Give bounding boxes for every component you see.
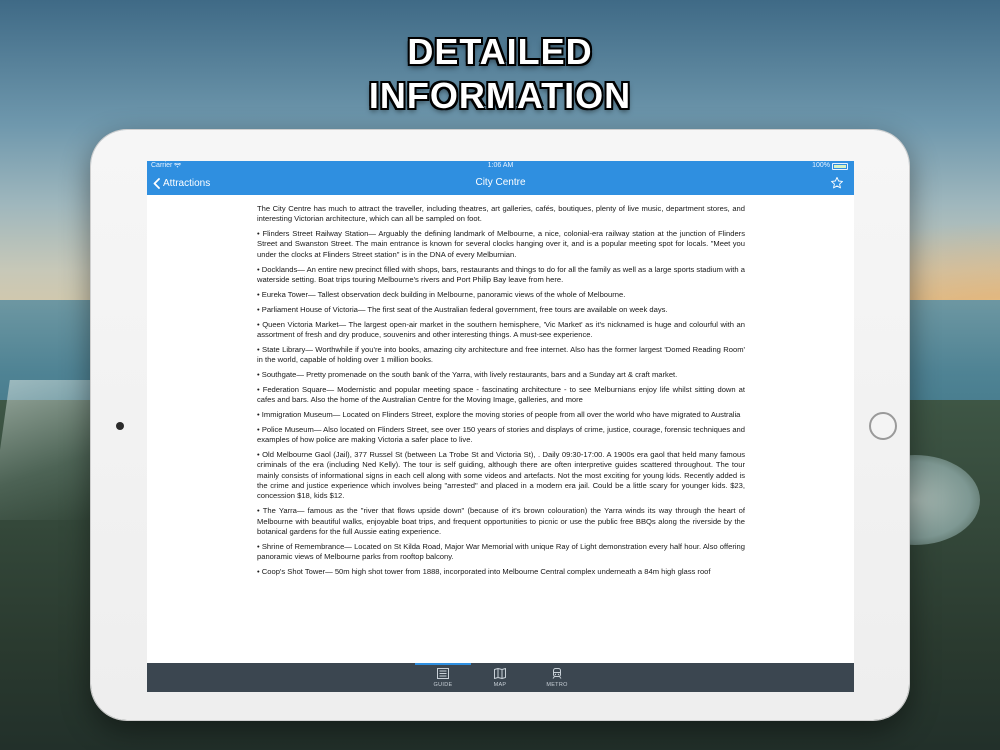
app-screen: Carrier 1:06 AM 100% Attractions City Ce… (147, 161, 854, 692)
attraction-description: The City Centre has much to attract the … (257, 204, 745, 582)
list-item: • State Library— Worthwhile if you're in… (257, 344, 745, 365)
headline-line-1: DETAILED (407, 31, 593, 72)
list-item: • Docklands— An entire new precinct fill… (257, 264, 745, 284)
tab-metro-label: METRO (546, 682, 568, 688)
tab-guide[interactable]: GUIDE (415, 663, 471, 692)
guide-list-icon (437, 668, 449, 679)
paragraph-intro: The City Centre has much to attract the … (257, 204, 745, 224)
battery-percent: 100% (812, 162, 830, 169)
status-battery: 100% (812, 161, 848, 171)
list-item: • Police Museum— Also located on Flinder… (257, 424, 745, 445)
list-item: • Queen Victoria Market— The largest ope… (257, 319, 745, 339)
headline: DETAILED INFORMATION (0, 30, 1000, 118)
list-item: • Federation Square— Modernistic and pop… (257, 384, 745, 405)
list-item: • Southgate— Pretty promenade on the sou… (257, 370, 678, 380)
list-item: • Shrine of Remembrance— Located on St K… (257, 541, 745, 562)
list-item: • Flinders Street Railway Station— Argua… (257, 229, 745, 259)
tab-map[interactable]: MAP (472, 663, 528, 692)
list-item: • Old Melbourne Gaol (Jail), 377 Russel … (257, 450, 745, 501)
tab-bar: GUIDE MAP METRO (147, 663, 854, 692)
map-icon (494, 668, 506, 679)
tablet-device: Carrier 1:06 AM 100% Attractions City Ce… (91, 130, 909, 720)
list-item: • The Yarra— famous as the "river that f… (257, 506, 745, 536)
tab-metro[interactable]: METRO (529, 663, 585, 692)
metro-train-icon (552, 668, 562, 679)
tab-map-label: MAP (493, 682, 507, 688)
home-button[interactable] (869, 412, 897, 440)
page-title: City Centre (475, 177, 526, 188)
status-time: 1:06 AM (487, 162, 514, 169)
tab-guide-label: GUIDE (433, 682, 453, 688)
list-item: • Coop's Shot Tower— 50m high shot tower… (257, 566, 711, 576)
list-item: • Eureka Tower— Tallest observation deck… (257, 289, 626, 299)
navigation-bar: Attractions City Centre (147, 171, 854, 195)
list-item: • Parliament House of Victoria— The firs… (257, 304, 668, 314)
battery-icon (832, 162, 848, 170)
back-button-label: Attractions (163, 177, 211, 189)
list-item: • Immigration Museum— Located on Flinder… (257, 410, 741, 420)
back-button[interactable]: Attractions (153, 171, 210, 195)
chevron-left-icon (153, 177, 160, 189)
status-bar: Carrier 1:06 AM 100% (147, 161, 854, 171)
star-icon[interactable] (830, 176, 844, 190)
headline-line-2: INFORMATION (368, 75, 632, 116)
camera (116, 422, 124, 430)
